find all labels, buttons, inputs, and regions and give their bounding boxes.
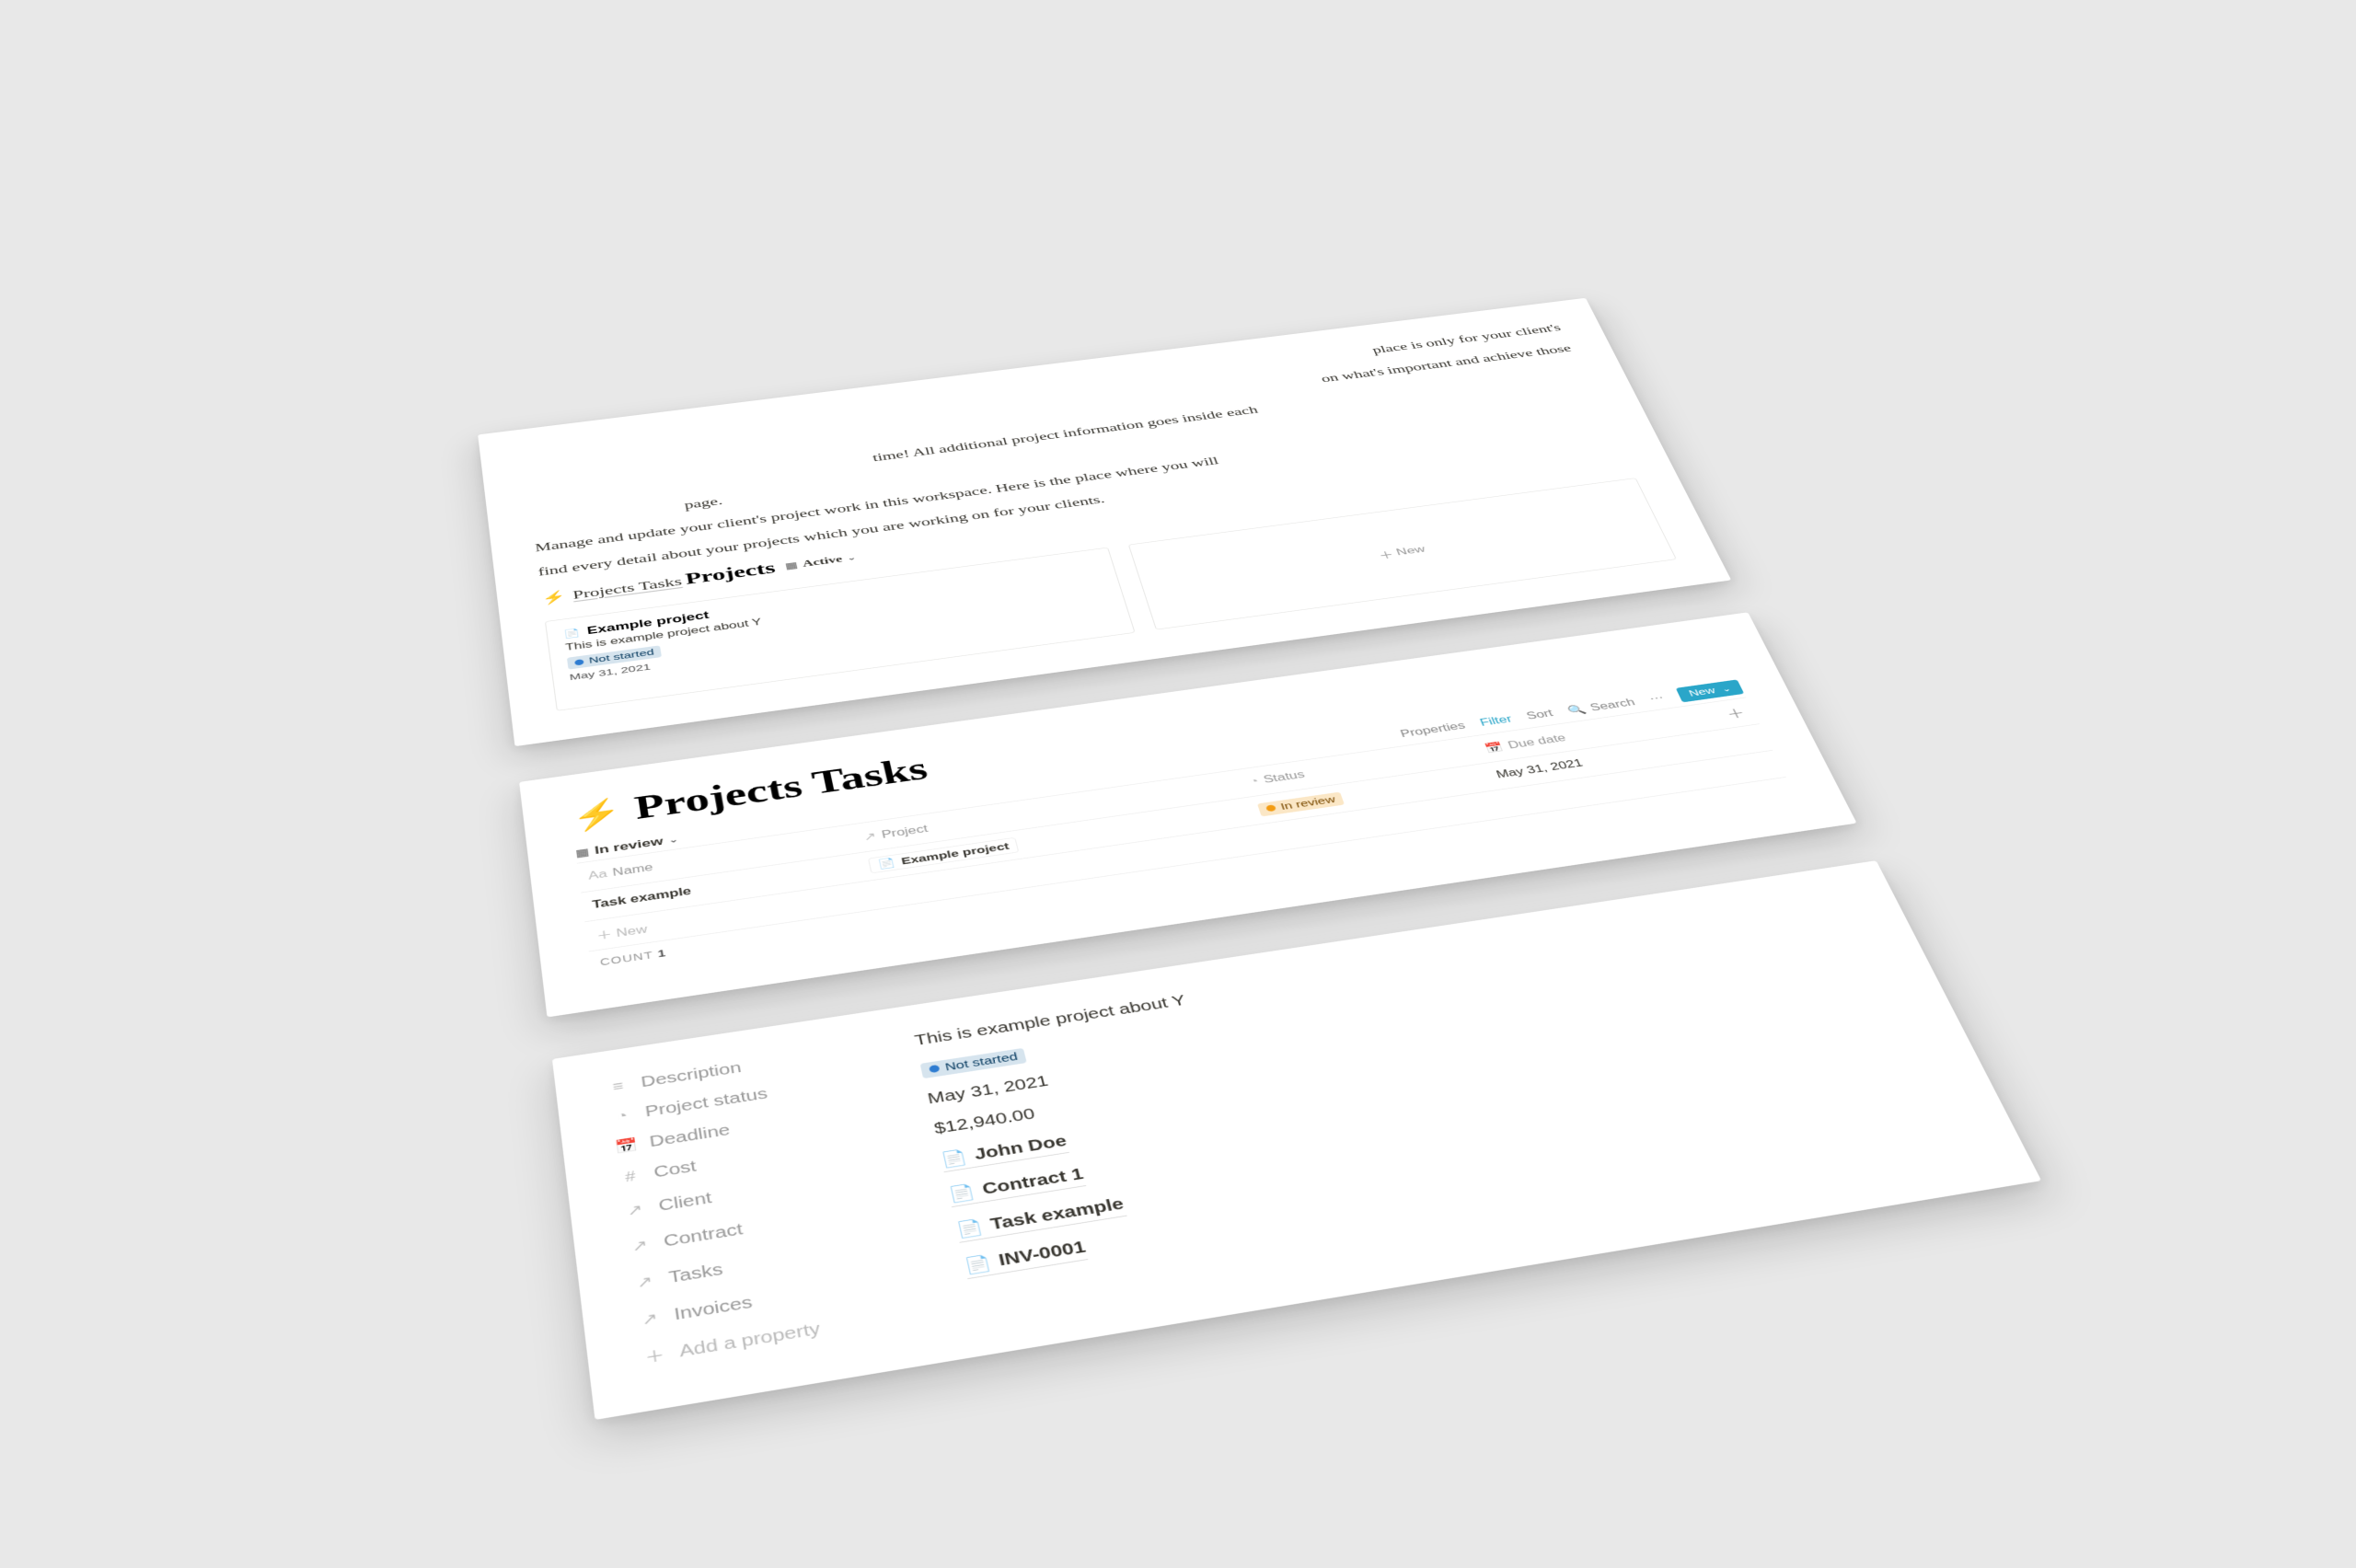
plus-icon: ＋ <box>1376 547 1395 561</box>
page-icon: 📄 <box>877 857 897 870</box>
page-icon: 📄 <box>954 1217 985 1241</box>
page-icon: 📄 <box>947 1182 976 1205</box>
properties-button[interactable]: Properties <box>1399 721 1467 740</box>
projects-view-selector[interactable]: ▦ Active ⌄ <box>784 552 857 571</box>
page-icon: 📄 <box>940 1147 969 1170</box>
gallery-icon: ▦ <box>784 559 799 571</box>
page-icon: 📄 <box>563 628 581 640</box>
relation-icon: ↗ <box>637 1309 663 1330</box>
projects-tasks-link-label: Projects Tasks <box>572 574 683 603</box>
calendar-icon: 📅 <box>614 1136 639 1156</box>
relation-icon: ↗ <box>627 1236 653 1256</box>
text-icon: Aa <box>588 869 608 882</box>
relation-icon: ↗ <box>632 1272 658 1292</box>
status-dot-icon <box>1265 804 1276 812</box>
chevron-down-icon: ⌄ <box>1720 684 1733 693</box>
project-card[interactable]: 📄 Example project This is example projec… <box>545 548 1136 711</box>
relation-icon: ↗ <box>622 1200 647 1219</box>
calendar-icon: 📅 <box>1484 742 1506 755</box>
plus-icon: ＋ <box>641 1343 668 1369</box>
status-dot-icon <box>574 659 584 665</box>
table-icon: ▦ <box>575 846 590 859</box>
select-icon: ◔ <box>610 1107 635 1125</box>
search-icon: 🔍 <box>1566 704 1588 716</box>
bolt-icon: ⚡ <box>569 795 624 834</box>
status-dot-icon <box>929 1065 940 1073</box>
bolt-icon: ⚡ <box>541 589 567 606</box>
chevron-down-icon: ⌄ <box>847 553 857 562</box>
projects-tasks-link[interactable]: ⚡ Projects Tasks <box>541 574 683 606</box>
select-icon: ◔ <box>1248 776 1260 787</box>
text-lines-icon: ≡ <box>606 1078 629 1096</box>
number-icon: # <box>618 1168 642 1187</box>
sort-button[interactable]: Sort <box>1525 708 1555 721</box>
chevron-down-icon: ⌄ <box>668 835 679 845</box>
filter-button[interactable]: Filter <box>1478 714 1513 729</box>
new-project-card[interactable]: ＋ New <box>1128 478 1677 629</box>
relation-icon: ↗ <box>862 831 877 843</box>
plus-icon: ＋ <box>595 929 612 943</box>
more-button[interactable]: ··· <box>1647 692 1666 704</box>
page-icon: 📄 <box>963 1253 993 1277</box>
